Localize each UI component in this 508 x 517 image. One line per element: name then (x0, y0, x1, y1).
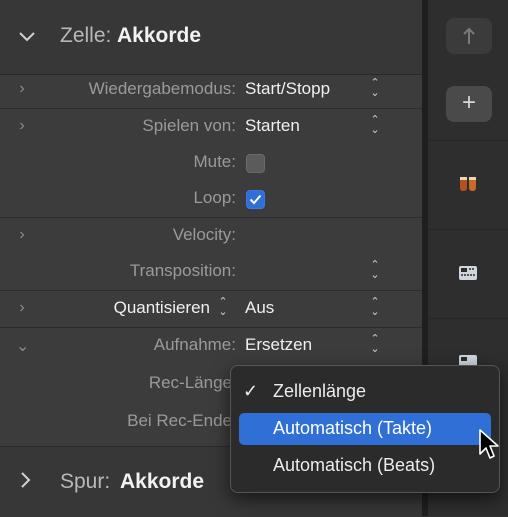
menu-item-auto-bars[interactable]: Automatisch (Takte) (239, 413, 491, 445)
track-header[interactable] (428, 229, 508, 318)
row-label: Transposition: (129, 261, 236, 280)
row-transposition: Transposition: ⌃ ⌄ (0, 254, 422, 290)
stepper-icon[interactable]: ⌃ ⌄ (366, 297, 384, 320)
menu-item-cell-length[interactable]: ✓ Zellenlänge (239, 376, 491, 408)
stepper-icon[interactable]: ⌃ ⌄ (366, 115, 384, 138)
play-from-value[interactable]: Starten (245, 116, 300, 136)
row-quantize[interactable]: › Quantisieren ⌃ ⌄ Aus ⌃ ⌄ (0, 291, 422, 327)
menu-item-auto-beats[interactable]: Automatisch (Beats) (239, 450, 491, 482)
chevron-right-icon[interactable]: › (16, 299, 28, 317)
percussion-icon (460, 177, 476, 191)
stepper-icon[interactable]: ⌃ ⌄ (214, 297, 232, 320)
quantize-value[interactable]: Aus (245, 298, 274, 318)
chevron-right-icon[interactable]: › (16, 80, 28, 98)
recording-value[interactable]: Ersetzen (245, 335, 312, 355)
stepper-icon[interactable]: ⌃ ⌄ (366, 78, 384, 101)
quantize-label[interactable]: Quantisieren (114, 298, 210, 318)
stepper-icon[interactable]: ⌃ ⌄ (366, 334, 384, 357)
drum-machine-icon (459, 266, 477, 280)
chevron-down-icon[interactable] (18, 26, 36, 49)
cell-section-header[interactable]: Zelle: Akkorde (0, 0, 422, 75)
mute-checkbox[interactable] (246, 154, 265, 173)
section-value: Akkorde (120, 470, 205, 493)
pointer-cursor-icon (479, 429, 499, 459)
row-playback-mode[interactable]: › Wiedergabemodus: Start/Stopp ⌃ ⌄ (0, 72, 422, 108)
row-loop: Loop: (0, 181, 422, 217)
chevron-right-icon[interactable] (20, 471, 32, 495)
row-label: Velocity: (172, 225, 236, 244)
stepper-icon[interactable]: ⌃ ⌄ (366, 260, 384, 283)
menu-item-label: Automatisch (Takte) (273, 418, 433, 438)
menu-item-label: Zellenlänge (273, 381, 367, 401)
menu-item-label: Automatisch (Beats) (273, 455, 436, 475)
chevron-right-icon[interactable]: › (16, 226, 28, 244)
checkmark-icon: ✓ (243, 381, 259, 401)
chevron-right-icon[interactable]: › (16, 117, 28, 135)
up-arrow-icon[interactable] (446, 18, 492, 54)
row-label: Wiedergabemodus: (88, 79, 236, 98)
section-value: Akkorde (117, 24, 202, 47)
row-label: Mute: (193, 152, 236, 171)
add-button[interactable]: + (446, 86, 492, 122)
row-play-from[interactable]: › Spielen von: Starten ⌃ ⌄ (0, 109, 422, 145)
loop-checkbox[interactable] (246, 190, 265, 209)
row-label: Bei Rec-Ende (127, 411, 232, 430)
row-recording[interactable]: ⌄ Aufnahme: Ersetzen ⌃ ⌄ (0, 328, 422, 364)
chevron-down-icon[interactable]: ⌄ (16, 336, 29, 356)
rec-length-menu[interactable]: ✓ Zellenlänge Automatisch (Takte) Automa… (230, 365, 500, 493)
section-label: Zelle: (60, 24, 112, 47)
row-velocity[interactable]: › Velocity: (0, 218, 422, 254)
track-header[interactable] (428, 140, 508, 229)
section-label: Spur: (60, 470, 111, 493)
row-label: Aufnahme: (153, 335, 236, 354)
row-label: Loop: (193, 188, 236, 207)
row-label: Rec-Länge (148, 373, 232, 392)
row-label: Spielen von: (142, 116, 236, 135)
row-mute: Mute: (0, 145, 422, 181)
playback-mode-value[interactable]: Start/Stopp (245, 79, 330, 99)
